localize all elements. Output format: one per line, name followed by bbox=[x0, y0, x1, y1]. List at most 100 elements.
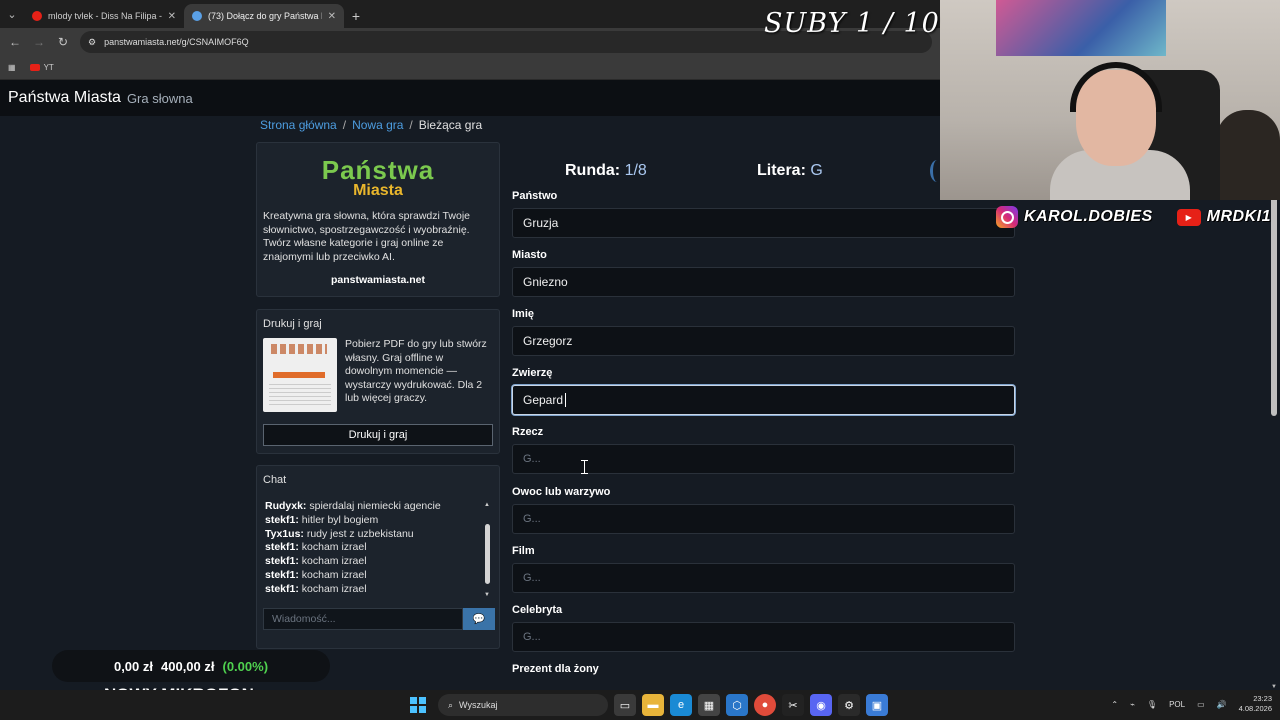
task-view-icon[interactable]: ▭ bbox=[614, 694, 636, 716]
edge-icon[interactable]: e bbox=[670, 694, 692, 716]
chat-message: stekf1: hitler byl bogiem bbox=[265, 513, 379, 526]
donation-percent: (0.00%) bbox=[222, 658, 269, 674]
field-animal: Zwierzę Gepard bbox=[512, 367, 1015, 415]
field-name: Imię Grzegorz bbox=[512, 308, 1015, 356]
windows-start-icon[interactable] bbox=[410, 697, 426, 713]
print-sheet-thumbnail bbox=[263, 338, 337, 412]
site-info-icon[interactable]: ⚙ bbox=[88, 37, 96, 48]
wifi-icon[interactable]: ▭ bbox=[1197, 700, 1205, 709]
close-tab-icon[interactable]: ✕ bbox=[328, 11, 336, 22]
letter-indicator: Litera: G bbox=[757, 162, 823, 180]
globe-favicon-icon bbox=[192, 11, 202, 21]
answer-input-name[interactable]: Grzegorz bbox=[512, 326, 1015, 356]
chat-message: Tyx1us: rudy jest z uzbekistanu bbox=[265, 527, 414, 540]
taskbar-search[interactable]: ⌕ Wyszukaj bbox=[438, 694, 608, 716]
scroll-up-icon[interactable]: ▲ bbox=[484, 502, 490, 508]
browser-tab-2[interactable]: (73) Dołącz do gry Państwa Mia... ✕ bbox=[184, 4, 344, 28]
chat-bubble-icon: 💬 bbox=[472, 613, 486, 625]
round-indicator: Runda: 1/8 bbox=[565, 162, 647, 180]
capcut-icon[interactable]: ✂ bbox=[782, 694, 804, 716]
chevron-up-icon[interactable]: ⌃ bbox=[1111, 700, 1118, 709]
answer-input-film[interactable]: G... bbox=[512, 563, 1015, 593]
discord-icon[interactable]: ◉ bbox=[810, 694, 832, 716]
site-brand[interactable]: Państwa Miasta bbox=[8, 89, 121, 107]
breadcrumb-separator: / bbox=[409, 118, 413, 132]
reload-icon[interactable]: ↻ bbox=[56, 35, 70, 49]
clock-time: 23:23 bbox=[1253, 694, 1272, 703]
language-indicator[interactable]: POL bbox=[1169, 700, 1185, 709]
round-value: 1/8 bbox=[624, 162, 647, 179]
site-brand-subtitle: Gra słowna bbox=[126, 90, 193, 106]
browser-tab-1[interactable]: mlody tvlek - Diss Na Filipa - Y... ✕ bbox=[24, 4, 184, 28]
new-tab-plus-icon[interactable]: + bbox=[344, 4, 368, 28]
answer-input-celebrity[interactable]: G... bbox=[512, 622, 1015, 652]
clock-date: 4.08.2026 bbox=[1238, 704, 1272, 713]
back-arrow-icon[interactable]: ← bbox=[8, 35, 22, 49]
print-description: Pobierz PDF do gry lub stwórz własny. Gr… bbox=[345, 338, 487, 404]
field-celebrity: Celebryta G... bbox=[512, 604, 1015, 652]
field-thing: Rzecz G... bbox=[512, 426, 1015, 474]
intro-site-link[interactable]: panstwamiasta.net bbox=[263, 274, 493, 286]
scroll-down-icon[interactable]: ▼ bbox=[484, 592, 490, 598]
webcam-feed bbox=[940, 0, 1280, 200]
bookmarks-bar: ▦ YT bbox=[0, 56, 940, 80]
file-explorer-icon[interactable]: ▬ bbox=[642, 694, 664, 716]
youtube-favicon-icon bbox=[32, 11, 42, 21]
field-gift-for-wife: Prezent dla żony bbox=[512, 663, 1015, 677]
donation-target: 400,00 zł bbox=[161, 658, 215, 674]
intro-description: Kreatywna gra słowna, która sprawdzi Two… bbox=[263, 210, 470, 263]
subs-goal-overlay: SUBY 1 / 10 bbox=[764, 8, 940, 39]
field-label: Owoc lub warzywo bbox=[512, 486, 611, 498]
windows-taskbar: ⌕ Wyszukaj ▭ ▬ e ▦ ⬡ ● ✂ ◉ ⚙ ▣ ⌃ ⌁ 🎙 POL… bbox=[0, 690, 1280, 720]
taskbar-clock[interactable]: 23:23 4.08.2026 bbox=[1239, 694, 1272, 714]
volume-icon[interactable]: 🔊 bbox=[1217, 700, 1227, 709]
breadcrumb-current: Bieżąca gra bbox=[418, 118, 483, 132]
letter-label: Litera: bbox=[757, 162, 806, 179]
logo-line-2: Miasta bbox=[353, 182, 403, 199]
apps-grid-icon[interactable]: ▦ bbox=[8, 63, 16, 72]
store-icon[interactable]: ▦ bbox=[698, 694, 720, 716]
text-caret bbox=[565, 393, 567, 407]
vscode-icon[interactable]: ⬡ bbox=[726, 694, 748, 716]
chrome-icon[interactable]: ● bbox=[754, 694, 776, 716]
instagram-icon bbox=[996, 206, 1018, 228]
letter-value: G bbox=[810, 162, 823, 179]
round-label: Runda: bbox=[565, 162, 621, 179]
app-icon[interactable]: ▣ bbox=[866, 694, 888, 716]
field-city: Miasto Gniezno bbox=[512, 249, 1015, 297]
chat-message: Rudyxk: spierdalaj niemiecki agencie bbox=[265, 500, 441, 512]
print-and-play-button[interactable]: Drukuj i graj bbox=[263, 424, 493, 446]
youtube-icon bbox=[29, 64, 40, 71]
field-label: Zwierzę bbox=[512, 367, 553, 379]
chat-message: stekf1: kocham izrael bbox=[265, 582, 367, 592]
chat-message: stekf1: kocham izrael bbox=[265, 541, 367, 554]
print-card-title: Drukuj i graj bbox=[263, 318, 322, 330]
answer-input-fruit-vegetable[interactable]: G... bbox=[512, 504, 1015, 534]
site-header: Państwa Miasta Gra słowna bbox=[0, 80, 940, 116]
social-handles-overlay: KAROL.DOBIES ▶ MRDKI1 bbox=[996, 204, 1280, 230]
chat-scrollbar[interactable]: ▲ ▼ bbox=[484, 502, 491, 598]
answer-input-city[interactable]: Gniezno bbox=[512, 267, 1015, 297]
microphone-icon[interactable]: 🎙 bbox=[1147, 700, 1157, 709]
steam-icon[interactable]: ⚙ bbox=[838, 694, 860, 716]
send-message-button[interactable]: 💬 bbox=[463, 608, 495, 630]
chat-message-input[interactable] bbox=[263, 608, 463, 630]
search-icon: ⌕ bbox=[448, 699, 454, 710]
field-film: Film G... bbox=[512, 545, 1015, 593]
tab-search-chevron-icon[interactable]: ⌄ bbox=[0, 0, 24, 28]
youtube-icon: ▶ bbox=[1176, 208, 1201, 226]
network-icon[interactable]: ⌁ bbox=[1130, 700, 1135, 709]
forward-arrow-icon[interactable]: → bbox=[32, 35, 46, 49]
bookmark-yt[interactable]: YT bbox=[29, 63, 54, 72]
field-label: Film bbox=[512, 545, 535, 557]
answer-input-animal[interactable]: Gepard bbox=[512, 385, 1015, 415]
breadcrumb: Strona główna / Nowa gra / Bieżąca gra bbox=[260, 118, 482, 132]
close-tab-icon[interactable]: ✕ bbox=[168, 11, 176, 22]
chat-message: stekf1: kocham izrael bbox=[265, 555, 367, 568]
answer-input-country[interactable]: Gruzja bbox=[512, 208, 1015, 238]
breadcrumb-new-game-link[interactable]: Nowa gra bbox=[352, 118, 403, 132]
field-label: Prezent dla żony bbox=[512, 663, 599, 675]
breadcrumb-home-link[interactable]: Strona główna bbox=[260, 118, 337, 132]
field-label: Imię bbox=[512, 308, 535, 320]
answer-input-thing[interactable]: G... bbox=[512, 444, 1015, 474]
